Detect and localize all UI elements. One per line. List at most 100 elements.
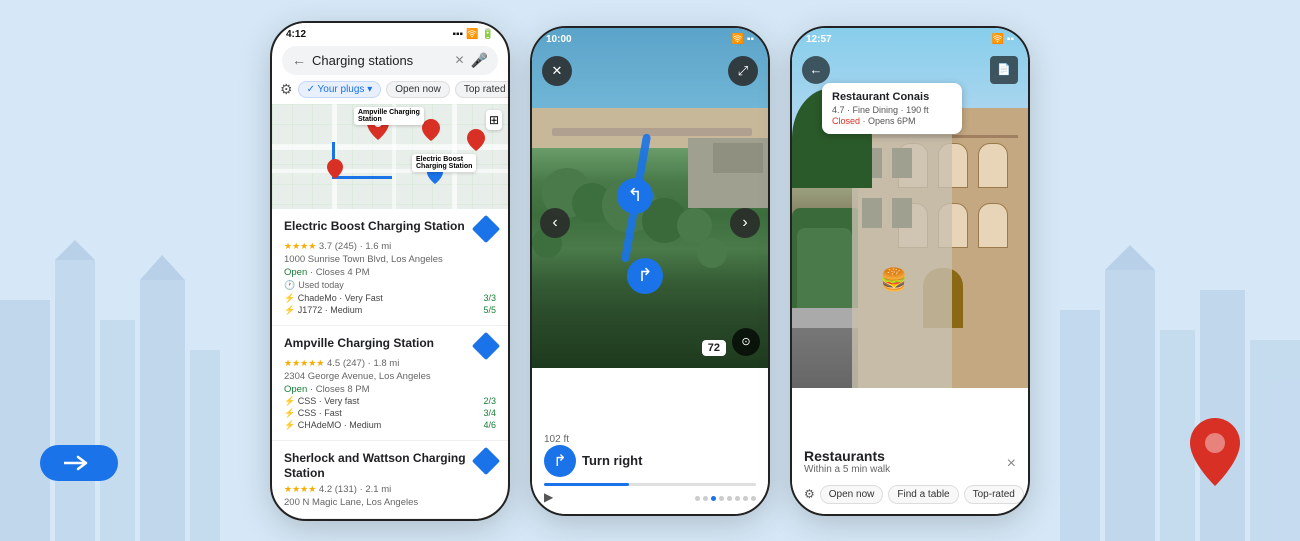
nav-dot-6: [735, 496, 740, 501]
restaurant-rating: 4.7 · Fine Dining · 190 ft: [832, 105, 952, 115]
station-1-charger-1: ⚡ ChadeMo · Very Fast 3/3: [284, 293, 496, 304]
station-item-2: Ampville Charging Station ★★★★★ 4.5 (247…: [272, 326, 508, 441]
signal-icon-p2: ▪▪: [747, 34, 754, 45]
station-3-nav-icon[interactable]: [472, 446, 500, 474]
nav-dot-4: [719, 496, 724, 501]
map-label-ampville: Ampville ChargingStation: [354, 107, 424, 125]
station-2-name: Ampville Charging Station: [284, 336, 472, 352]
place-subtitle: Within a 5 min walk: [804, 464, 890, 475]
wifi-icon: 🛜: [466, 29, 478, 40]
nav-dot-3: [711, 496, 716, 501]
map-pin-4[interactable]: [327, 159, 343, 184]
place-title: Restaurants: [804, 448, 890, 464]
station-1-address: 1000 Sunrise Town Blvd, Los Angeles: [284, 254, 496, 265]
nav-controls: ▶: [544, 490, 756, 504]
clear-icon[interactable]: ✕: [455, 53, 465, 67]
nav-distance-label: 102 ft: [544, 434, 569, 445]
nav-share-button[interactable]: ⤢: [728, 56, 758, 86]
phone1-status-icons: ▪▪▪ 🛜 🔋: [452, 29, 494, 40]
nav-close-button[interactable]: ✕: [542, 56, 572, 86]
phone2-status-bar: 10:00 🛜 ▪▪: [532, 28, 768, 47]
nav-dot-7: [743, 496, 748, 501]
station-2-status: Open · Closes 8 PM: [284, 384, 496, 395]
station-3-name: Sherlock and Wattson Charging Station: [284, 451, 472, 482]
station-2-charger-2: ⚡ CSS · Fast 3/4: [284, 408, 496, 419]
station-2-meta: ★★★★★ 4.5 (247) · 1.8 mi: [284, 358, 496, 369]
nav-instruction: 102 ft ↱ Turn right: [544, 434, 756, 477]
place-close-button[interactable]: ×: [1007, 455, 1016, 473]
station-item-3: Sherlock and Wattson Charging Station ★★…: [272, 441, 508, 519]
nav-dot-5: [727, 496, 732, 501]
map-label-electric: Electric BoostCharging Station: [412, 154, 476, 172]
station-1-meta: ★★★★ 3.7 (245) · 1.6 mi: [284, 241, 496, 252]
place-top-rated-chip[interactable]: Top-rated: [964, 485, 1024, 504]
restaurant-popup[interactable]: Restaurant Conais 4.7 · Fine Dining · 19…: [822, 83, 962, 134]
station-1-nav-icon[interactable]: [472, 214, 500, 242]
phone3-status-icons: 🛜 ▪▪: [991, 34, 1014, 45]
restaurant-marker-emoji: 🍔: [880, 267, 907, 293]
nav-prev-button[interactable]: ‹: [540, 208, 570, 238]
place-open-now-chip[interactable]: Open now: [820, 485, 884, 504]
nav-action-text: Turn right: [582, 453, 642, 468]
phone2-status-icons: 🛜 ▪▪: [731, 34, 754, 45]
nav-dots: [695, 496, 756, 501]
filter-bar: ⚙ ✓ Your plugs ▾ Open now Top rated: [272, 81, 508, 104]
back-icon[interactable]: ←: [292, 52, 306, 68]
station-item-1: Electric Boost Charging Station ★★★★ 3.7…: [272, 209, 508, 326]
map-pin-2[interactable]: [422, 119, 440, 146]
open-now-filter[interactable]: Open now: [386, 81, 450, 98]
station-2-nav-icon[interactable]: [472, 331, 500, 359]
station-2-charger-3: ⚡ CHAdeMO · Medium 4/6: [284, 420, 496, 431]
top-rated-filter[interactable]: Top rated: [455, 81, 508, 98]
mic-icon[interactable]: 🎤: [471, 52, 488, 69]
station-3-meta: ★★★★ 4.2 (131) · 2.1 mi: [284, 484, 496, 495]
street-view: ← 📄 Restaurant Conais 4.7 · Fine Dining …: [792, 28, 1028, 388]
nav-next-button[interactable]: ›: [730, 208, 760, 238]
phone1-time: 4:12: [286, 29, 306, 40]
search-text: Charging stations: [312, 53, 449, 68]
phones-container: 4:12 ▪▪▪ 🛜 🔋 ← Charging stations ✕ 🎤 ⚙ ✓…: [0, 0, 1300, 541]
place-bottom-panel: Restaurants Within a 5 min walk × ⚙ Open…: [792, 438, 1028, 514]
place-filter-settings-icon[interactable]: ⚙: [804, 487, 815, 501]
station-2-charger-1: ⚡ CSS · Very fast 2/3: [284, 396, 496, 407]
route-turn-arrow-2: ↱: [627, 258, 663, 294]
restaurant-status: Closed · Opens 6PM: [832, 116, 952, 126]
nav-dot-8: [751, 496, 756, 501]
map-view[interactable]: Ampville ChargingStation Electric BoostC…: [272, 104, 508, 209]
phone-1-charging-stations: 4:12 ▪▪▪ 🛜 🔋 ← Charging stations ✕ 🎤 ⚙ ✓…: [270, 21, 510, 521]
route-turn-arrow: ↰: [617, 178, 653, 214]
nav-play-button[interactable]: ▶: [544, 490, 553, 504]
signal-icon-p3: ▪▪: [1007, 34, 1014, 45]
compass-button[interactable]: ⊙: [732, 328, 760, 356]
station-1-status: Open · Closes 4 PM: [284, 267, 496, 278]
street-share-button[interactable]: 📄: [990, 56, 1018, 84]
map-pin-3[interactable]: [467, 129, 485, 156]
nav-3d-view: ↰ ↱ ✕ ⤢ ‹ › 72 ⊙: [532, 28, 768, 368]
wifi-icon-p2: 🛜: [731, 34, 743, 45]
street-back-button[interactable]: ←: [802, 56, 830, 84]
nav-progress-bar: [544, 483, 756, 486]
battery-icon: 🔋: [482, 29, 494, 40]
blue-arrow-button[interactable]: [40, 445, 118, 481]
restaurant-name: Restaurant Conais: [832, 91, 952, 103]
station-2-address: 2304 George Avenue, Los Angeles: [284, 371, 496, 382]
place-more-chip[interactable]: More: [1029, 485, 1030, 504]
nav-progress-fill: [544, 483, 629, 486]
your-plugs-filter[interactable]: ✓ Your plugs ▾: [298, 81, 382, 98]
phone1-status-bar: 4:12 ▪▪▪ 🛜 🔋: [272, 23, 508, 42]
phone3-time: 12:57: [806, 34, 832, 45]
speed-display: 72: [702, 340, 726, 356]
phone3-status-bar: 12:57 🛜 ▪▪: [792, 28, 1028, 47]
nav-dot-1: [695, 496, 700, 501]
station-1-used: 🕐 Used today: [284, 280, 496, 291]
phone-2-navigation: 10:00 🛜 ▪▪: [530, 26, 770, 516]
filter-settings-icon[interactable]: ⚙: [280, 81, 293, 98]
nav-turn-icon: ↱: [544, 445, 576, 477]
search-bar[interactable]: ← Charging stations ✕ 🎤: [282, 46, 498, 75]
place-find-table-chip[interactable]: Find a table: [888, 485, 958, 504]
station-3-address: 200 N Magic Lane, Los Angeles: [284, 497, 496, 508]
nav-bottom-panel: 102 ft ↱ Turn right ▶: [532, 426, 768, 514]
map-layers-icon[interactable]: ⊞: [486, 110, 502, 130]
station-1-charger-2: ⚡ J1772 · Medium 5/5: [284, 305, 496, 316]
phone2-time: 10:00: [546, 34, 572, 45]
